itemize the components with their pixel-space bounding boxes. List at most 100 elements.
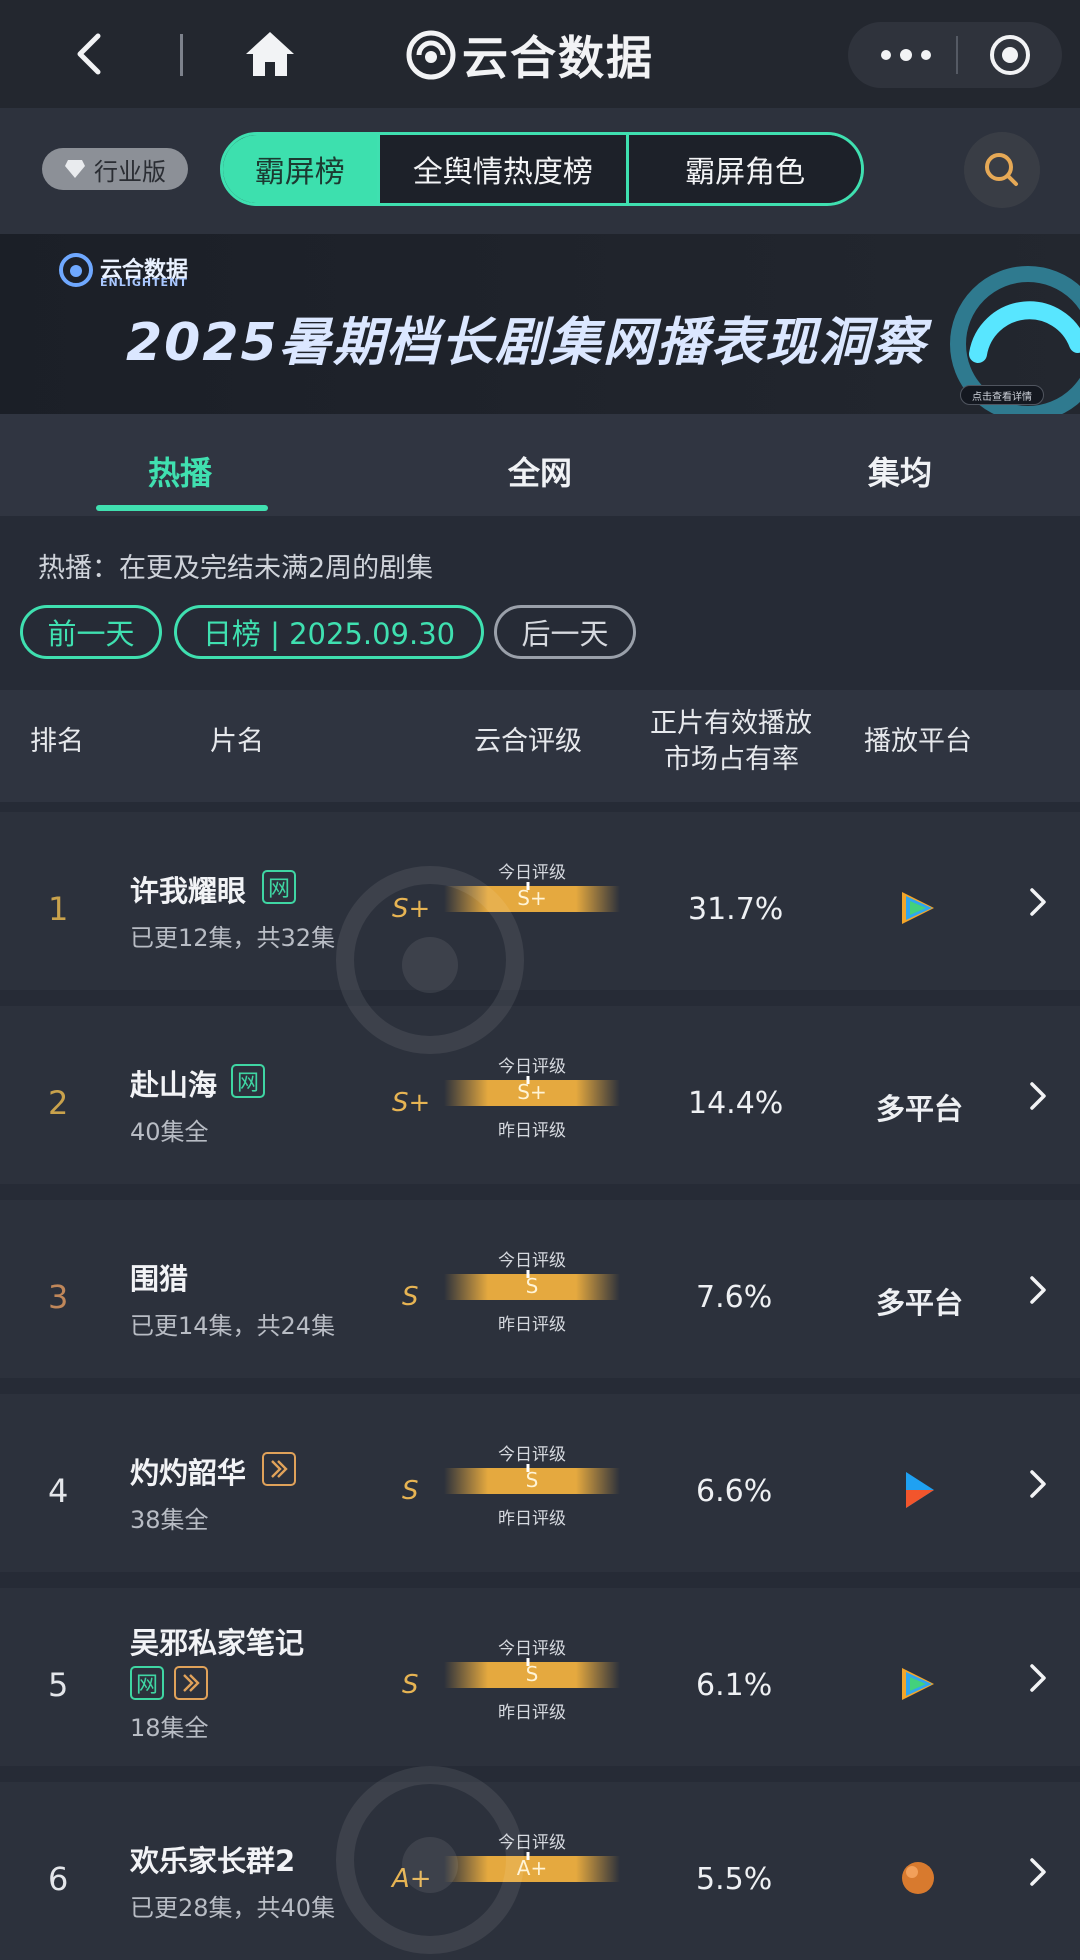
banner-brand-en: ENLIGHTENT: [100, 276, 188, 289]
gauge-today-grade: S: [525, 1468, 539, 1492]
gauge-today-label: 今日评级: [498, 1833, 566, 1853]
rating-grade: S+: [392, 1088, 431, 1118]
market-share: 7.6%: [696, 1280, 773, 1315]
rank-number: 2: [48, 1084, 69, 1122]
rating-gauge: 今日评级 S 昨日评级: [444, 1634, 620, 1726]
mango-tv-icon: [902, 1862, 934, 1894]
show-title[interactable]: 许我耀眼: [130, 868, 246, 910]
market-share: 6.6%: [696, 1474, 773, 1509]
more-dots-icon[interactable]: [878, 45, 934, 65]
home-icon[interactable]: [244, 28, 296, 80]
rating-gauge: 今日评级 A+: [444, 1828, 620, 1920]
prev-day-button[interactable]: 前一天: [20, 605, 162, 659]
tab-description: 热播：在更及完结未满2周的剧集: [38, 553, 434, 584]
header-share-line2: 市场占有率: [664, 744, 799, 775]
banner-ring-graphic: [950, 266, 1080, 422]
show-title[interactable]: 赴山海: [130, 1062, 217, 1104]
chevron-right-icon[interactable]: [1026, 1854, 1050, 1890]
header-share-line1: 正片有效播放: [650, 708, 812, 739]
header-rating: 云合评级: [474, 726, 582, 757]
rating-gauge: 今日评级 S 昨日评级: [444, 1440, 620, 1532]
market-share: 31.7%: [688, 892, 784, 927]
capsule-divider: [956, 36, 958, 74]
search-icon[interactable]: [964, 132, 1040, 208]
gauge-today-label: 今日评级: [498, 863, 566, 883]
header-platform: 播放平台: [864, 726, 972, 757]
web-drama-tag: 网: [231, 1064, 265, 1098]
episode-status: 已更28集，共40集: [130, 1894, 336, 1922]
web-drama-tag: 网: [262, 870, 296, 904]
rank-number: 6: [48, 1860, 69, 1898]
header-title: 片名: [210, 726, 264, 757]
chevron-right-icon[interactable]: [1026, 1466, 1050, 1502]
rank-number: 5: [48, 1666, 69, 1704]
gauge-yesterday-label: 昨日评级: [498, 1509, 566, 1529]
tab-all-network[interactable]: 全网: [508, 448, 572, 494]
tencent-video-icon: [902, 892, 934, 924]
show-title[interactable]: 欢乐家长群2: [130, 1838, 295, 1880]
market-share: 6.1%: [696, 1668, 773, 1703]
episode-status: 38集全: [130, 1506, 209, 1534]
chevron-right-icon[interactable]: [1026, 1078, 1050, 1114]
chevron-right-icon[interactable]: [1026, 1272, 1050, 1308]
rating-grade: S: [402, 1476, 419, 1506]
segment-dominance-list[interactable]: 霸屏榜: [223, 135, 380, 203]
show-title[interactable]: 灼灼韶华: [130, 1450, 246, 1492]
gauge-yesterday-label: 昨日评级: [498, 1703, 566, 1723]
gauge-today-label: 今日评级: [498, 1251, 566, 1271]
web-drama-tag: 网: [130, 1666, 164, 1700]
gauge-today-label: 今日评级: [498, 1639, 566, 1659]
close-target-icon[interactable]: [988, 33, 1032, 77]
rating-gauge: 今日评级 S+: [444, 858, 620, 950]
tencent-video-icon: [902, 1668, 934, 1700]
rating-grade: S: [402, 1670, 419, 1700]
banner-detail-tip[interactable]: 点击查看详情: [960, 385, 1044, 405]
gauge-today-label: 今日评级: [498, 1445, 566, 1465]
segment-dominance-characters[interactable]: 霸屏角色: [629, 135, 861, 203]
gauge-today-grade: A+: [516, 1856, 548, 1880]
rank-number: 4: [48, 1472, 69, 1510]
banner-title: 2025暑期档长剧集网播表现洞察: [126, 313, 927, 373]
episode-status: 18集全: [130, 1714, 209, 1742]
nav-divider: [180, 34, 183, 76]
diamond-icon: [65, 160, 85, 178]
header-rank: 排名: [30, 726, 84, 757]
banner-logo-icon: [59, 253, 93, 287]
show-title[interactable]: 围猎: [130, 1256, 188, 1298]
gauge-today-grade: S+: [517, 1080, 547, 1104]
rank-number: 3: [48, 1278, 69, 1316]
platform-label: 多平台: [876, 1092, 964, 1126]
rating-grade: S+: [392, 894, 431, 924]
rating-gauge: 今日评级 S 昨日评级: [444, 1246, 620, 1338]
gauge-today-grade: S+: [517, 886, 547, 910]
tab-hot[interactable]: 热播: [148, 448, 212, 494]
date-picker-button[interactable]: 日榜 | 2025.09.30: [174, 605, 484, 659]
market-share: 14.4%: [688, 1086, 784, 1121]
platform-label: 多平台: [876, 1286, 964, 1320]
next-day-button[interactable]: 后一天: [494, 605, 636, 659]
episode-status: 40集全: [130, 1118, 209, 1146]
exclusive-play-tag-icon: [262, 1452, 296, 1486]
back-arrow-icon[interactable]: [66, 30, 114, 78]
show-title[interactable]: 吴邪私家笔记: [130, 1620, 304, 1662]
industry-edition-badge[interactable]: 行业版: [42, 148, 188, 190]
gauge-today-grade: S: [525, 1662, 539, 1686]
app-title: 云合数据: [462, 31, 654, 85]
market-share: 5.5%: [696, 1862, 773, 1897]
tab-per-episode[interactable]: 集均: [868, 448, 932, 494]
edition-label: 行业版: [94, 157, 166, 186]
rating-grade: A+: [392, 1864, 432, 1894]
chevron-right-icon[interactable]: [1026, 1660, 1050, 1696]
episode-status: 已更12集，共32集: [130, 924, 336, 952]
youku-icon: [906, 1472, 934, 1508]
chevron-right-icon[interactable]: [1026, 884, 1050, 920]
exclusive-play-tag-icon: [174, 1666, 208, 1700]
gauge-today-grade: S: [525, 1274, 539, 1298]
gauge-today-label: 今日评级: [498, 1057, 566, 1077]
rank-number: 1: [48, 890, 69, 928]
gauge-yesterday-label: 昨日评级: [498, 1121, 566, 1141]
rating-grade: S: [402, 1282, 419, 1312]
tab-active-indicator: [96, 505, 268, 511]
episode-status: 已更14集，共24集: [130, 1312, 336, 1340]
segment-sentiment-heat-list[interactable]: 全舆情热度榜: [379, 135, 630, 203]
